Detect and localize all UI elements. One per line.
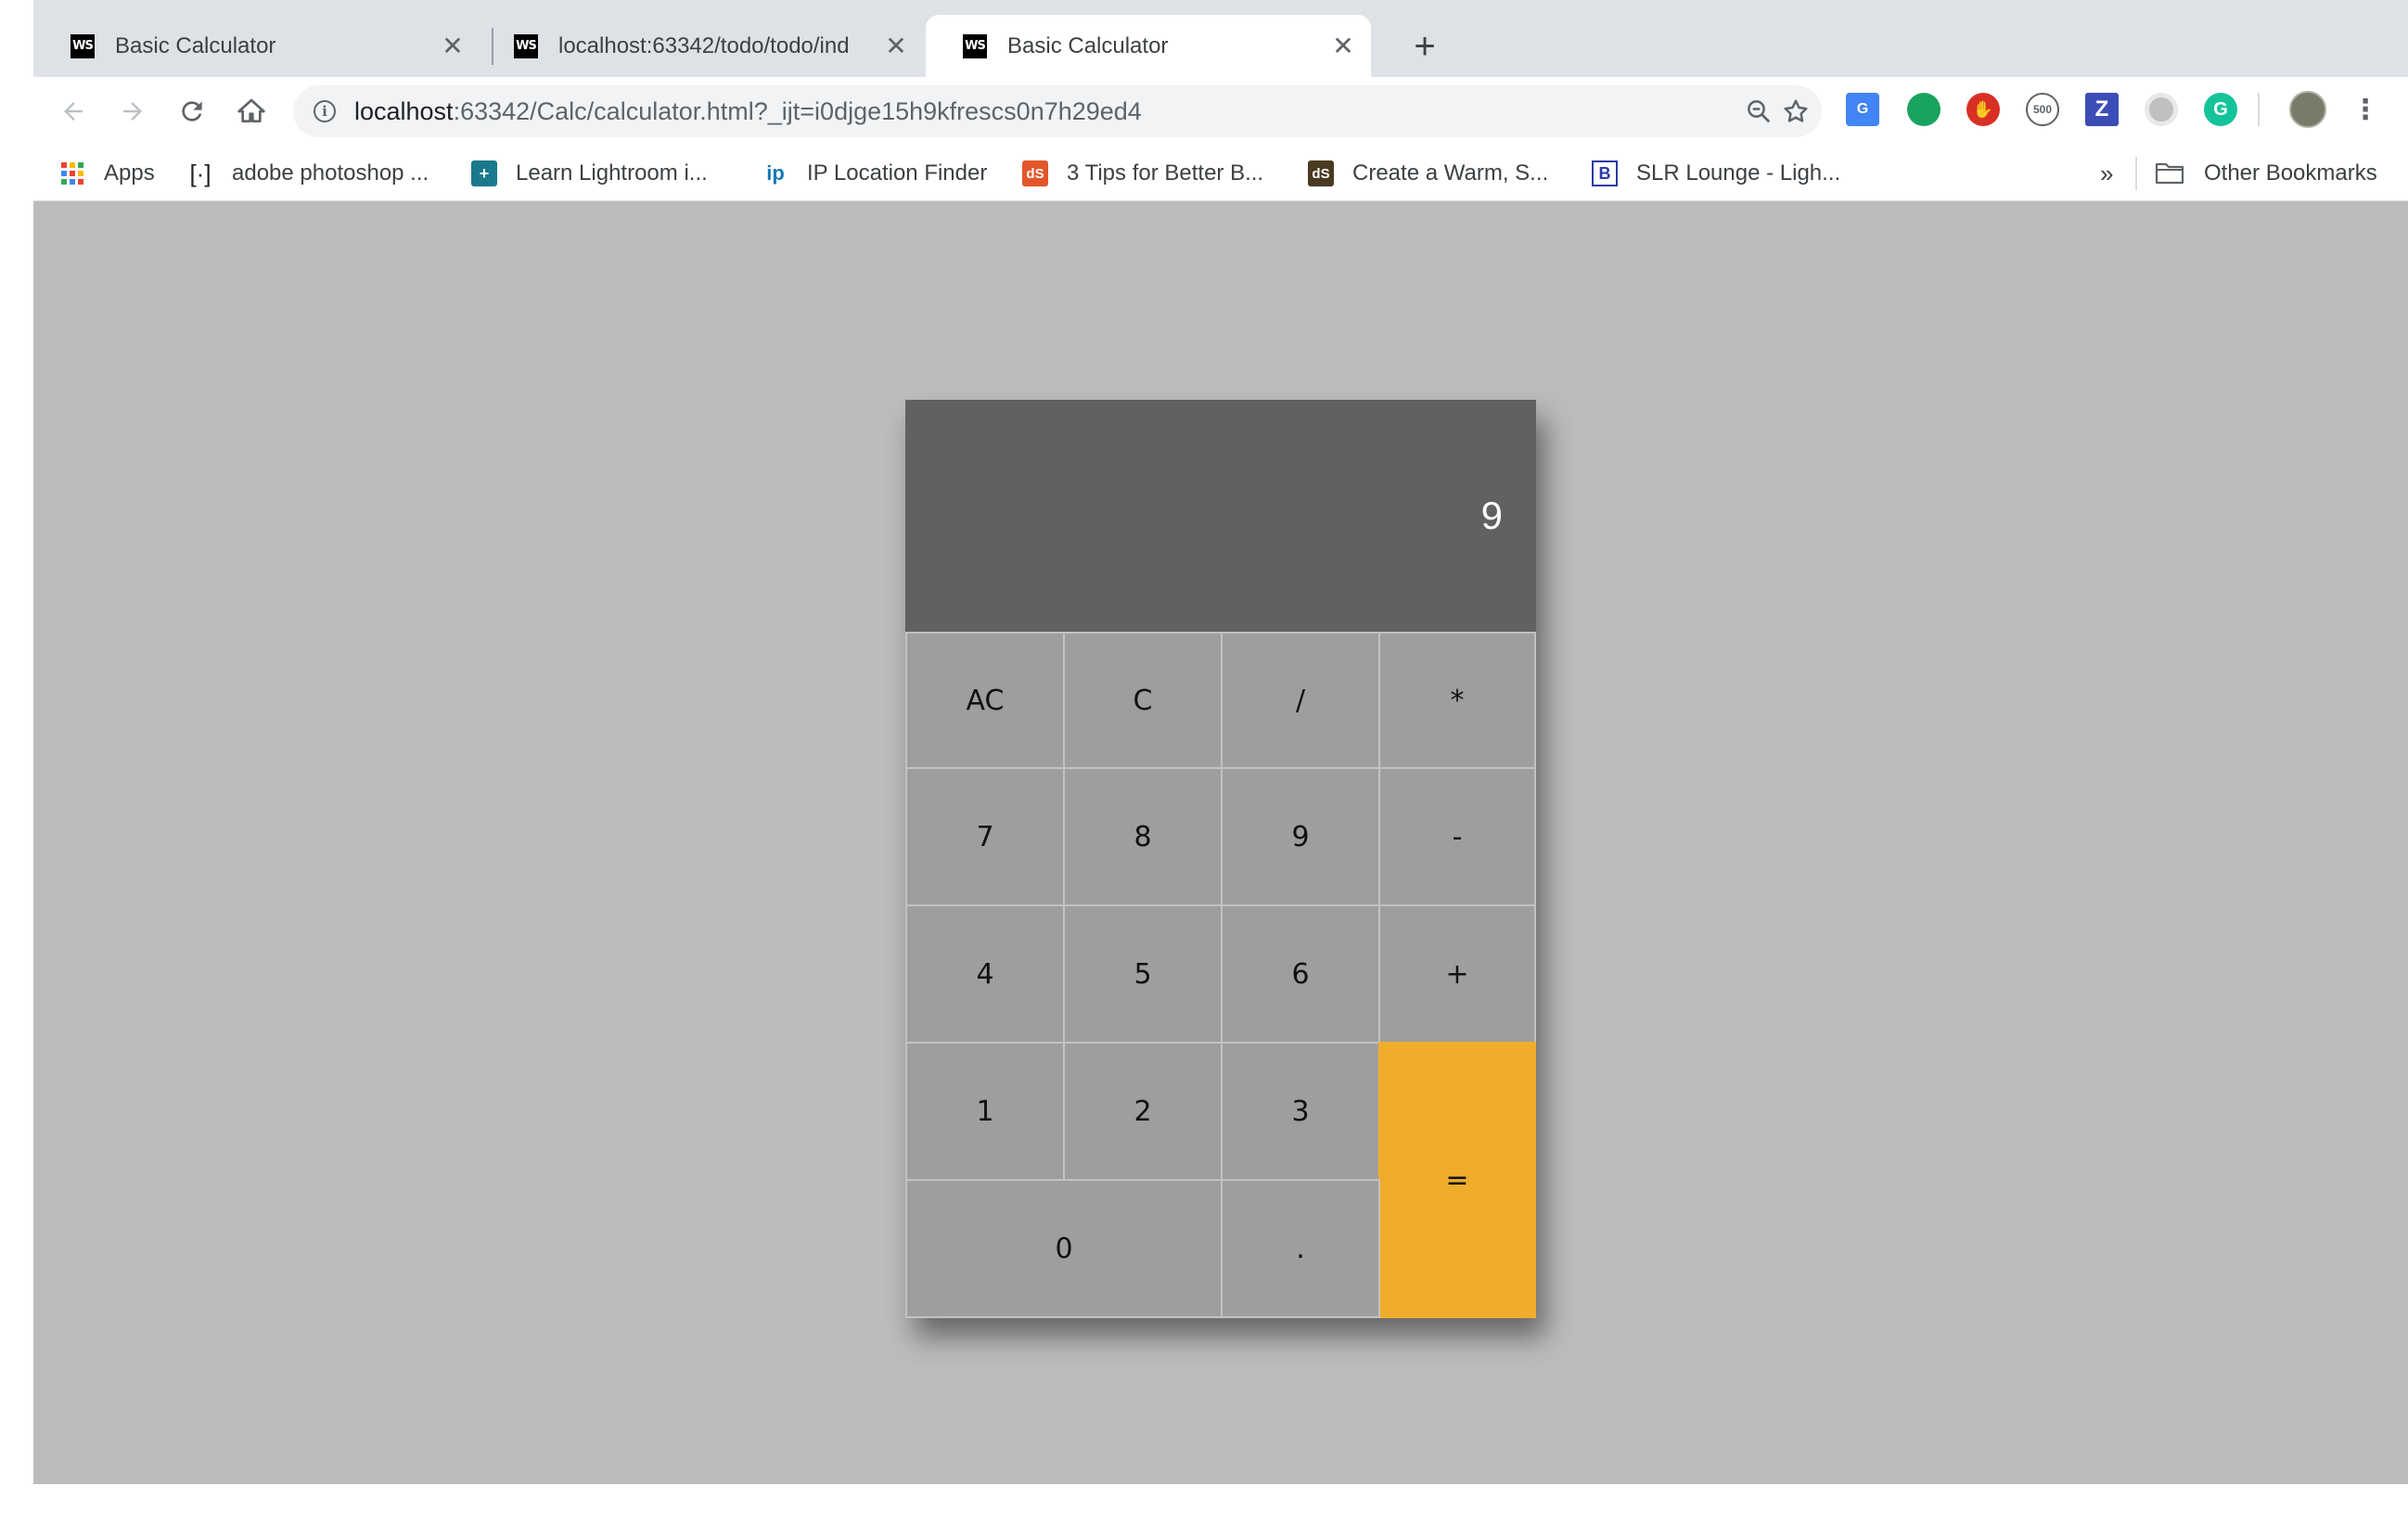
bookmark-learn-lightroom[interactable]: + Learn Lightroom i... — [471, 146, 708, 201]
key-1[interactable]: 1 — [905, 1042, 1065, 1181]
close-icon[interactable]: ✕ — [434, 28, 471, 65]
url-host: localhost — [354, 96, 454, 125]
bookmark-label: adobe photoshop ... — [232, 160, 429, 186]
grammarly-icon[interactable]: G — [2204, 93, 2237, 126]
info-icon[interactable]: i — [314, 100, 336, 122]
calculator-display: 9 — [905, 400, 1536, 632]
bookmark-slr-lounge[interactable]: B SLR Lounge - Ligh... — [1592, 146, 1840, 201]
arrow-left-icon — [64, 102, 83, 121]
tab-title: Basic Calculator — [1007, 32, 1169, 58]
bookmark-label: Other Bookmarks — [2204, 160, 2377, 186]
key-divide[interactable]: / — [1221, 632, 1380, 769]
key-subtract[interactable]: - — [1378, 767, 1536, 906]
webstorm-icon: WS — [70, 33, 95, 58]
dps-dark-icon: dS — [1308, 160, 1334, 186]
home-icon — [237, 98, 265, 122]
tab-strip: WS Basic Calculator ✕ WS localhost:63342… — [33, 0, 2408, 77]
bookmarks-overflow-button[interactable]: » — [2100, 146, 2113, 201]
key-decimal[interactable]: . — [1221, 1179, 1380, 1318]
key-add[interactable]: + — [1378, 904, 1536, 1044]
google-translate-icon[interactable]: G — [1846, 93, 1879, 126]
home-button[interactable] — [226, 86, 276, 136]
circle-extension-icon[interactable] — [2145, 93, 2178, 126]
adblock-icon[interactable]: ✋ — [1966, 93, 2000, 126]
key-4[interactable]: 4 — [905, 904, 1065, 1044]
webstorm-icon: WS — [963, 33, 987, 58]
500px-icon[interactable]: 500 — [2026, 93, 2059, 126]
key-ac[interactable]: AC — [905, 632, 1065, 769]
url-path: :63342/Calc/calculator.html?_ijt=i0djge1… — [453, 96, 1142, 125]
key-3[interactable]: 3 — [1221, 1042, 1380, 1181]
brackets-icon: [·] — [189, 159, 211, 187]
apps-grid-icon — [59, 160, 85, 186]
new-tab-button[interactable]: + — [1404, 26, 1445, 67]
chat-bubble-icon[interactable] — [1907, 93, 1940, 126]
bookmark-ip-location-finder[interactable]: ip IP Location Finder — [762, 146, 987, 201]
tab-basic-calculator-active[interactable]: WS Basic Calculator ✕ — [926, 15, 1371, 77]
ip-icon: ip — [766, 161, 785, 185]
display-value: 9 — [1480, 493, 1503, 537]
zotero-icon[interactable]: Z — [2085, 93, 2119, 126]
tab-localhost-todo[interactable]: WS localhost:63342/todo/todo/ind ✕ — [477, 15, 924, 77]
key-5[interactable]: 5 — [1063, 904, 1223, 1044]
bookmark-label: Apps — [104, 160, 155, 186]
bookmark-label: SLR Lounge - Ligh... — [1636, 160, 1841, 186]
key-multiply[interactable]: * — [1378, 632, 1536, 769]
key-c[interactable]: C — [1063, 632, 1223, 769]
key-8[interactable]: 8 — [1063, 767, 1223, 906]
page-viewport: 9 AC C / * 7 8 9 - 4 5 6 + 1 2 3 = 0 . — [33, 201, 2408, 1484]
slr-icon: B — [1592, 160, 1618, 186]
address-bar[interactable]: i localhost:63342/Calc/calculator.html?_… — [293, 85, 1822, 137]
bookmarks-bar: Apps [·] adobe photoshop ... + Learn Lig… — [33, 146, 2408, 201]
tab-title: Basic Calculator — [115, 32, 276, 58]
key-6[interactable]: 6 — [1221, 904, 1380, 1044]
back-button[interactable] — [48, 86, 98, 136]
reload-button[interactable] — [167, 86, 217, 136]
key-equals[interactable]: = — [1378, 1042, 1536, 1318]
star-icon[interactable] — [1777, 93, 1814, 130]
tab-basic-calculator-1[interactable]: WS Basic Calculator ✕ — [33, 15, 480, 77]
bookmark-label: 3 Tips for Better B... — [1067, 160, 1264, 186]
bookmark-label: Create a Warm, S... — [1352, 160, 1549, 186]
toolbar-divider — [2258, 93, 2260, 126]
calculator: 9 AC C / * 7 8 9 - 4 5 6 + 1 2 3 = 0 . — [905, 400, 1536, 1318]
forward-button[interactable] — [108, 86, 158, 136]
close-icon[interactable]: ✕ — [1325, 28, 1362, 65]
bookmark-adobe-photoshop[interactable]: [·] adobe photoshop ... — [187, 146, 429, 201]
bookmark-apps[interactable]: Apps — [59, 146, 155, 201]
bookmark-create-a-warm[interactable]: dS Create a Warm, S... — [1308, 146, 1548, 201]
folder-icon — [2154, 160, 2185, 186]
reload-icon — [182, 101, 202, 122]
bookmark-label: IP Location Finder — [807, 160, 988, 186]
arrow-right-icon — [123, 102, 142, 121]
browser-window: WS Basic Calculator ✕ WS localhost:63342… — [33, 0, 2408, 1484]
webstorm-icon: WS — [514, 33, 538, 58]
bookmark-label: Learn Lightroom i... — [516, 160, 708, 186]
key-7[interactable]: 7 — [905, 767, 1065, 906]
tab-title: localhost:63342/todo/todo/ind — [558, 32, 850, 58]
key-0[interactable]: 0 — [905, 1179, 1223, 1318]
bookmark-3-tips[interactable]: dS 3 Tips for Better B... — [1022, 146, 1263, 201]
lightroom-icon: + — [471, 160, 497, 186]
dps-icon: dS — [1022, 160, 1048, 186]
bookmarks-divider — [2135, 157, 2137, 190]
key-2[interactable]: 2 — [1063, 1042, 1223, 1181]
zoom-out-icon[interactable] — [1740, 93, 1777, 130]
menu-icon[interactable]: ⋮ — [2349, 93, 2382, 126]
avatar[interactable] — [2289, 91, 2326, 128]
bookmark-other-bookmarks[interactable]: Other Bookmarks — [2154, 146, 2377, 201]
close-icon[interactable]: ✕ — [877, 28, 915, 65]
key-9[interactable]: 9 — [1221, 767, 1380, 906]
